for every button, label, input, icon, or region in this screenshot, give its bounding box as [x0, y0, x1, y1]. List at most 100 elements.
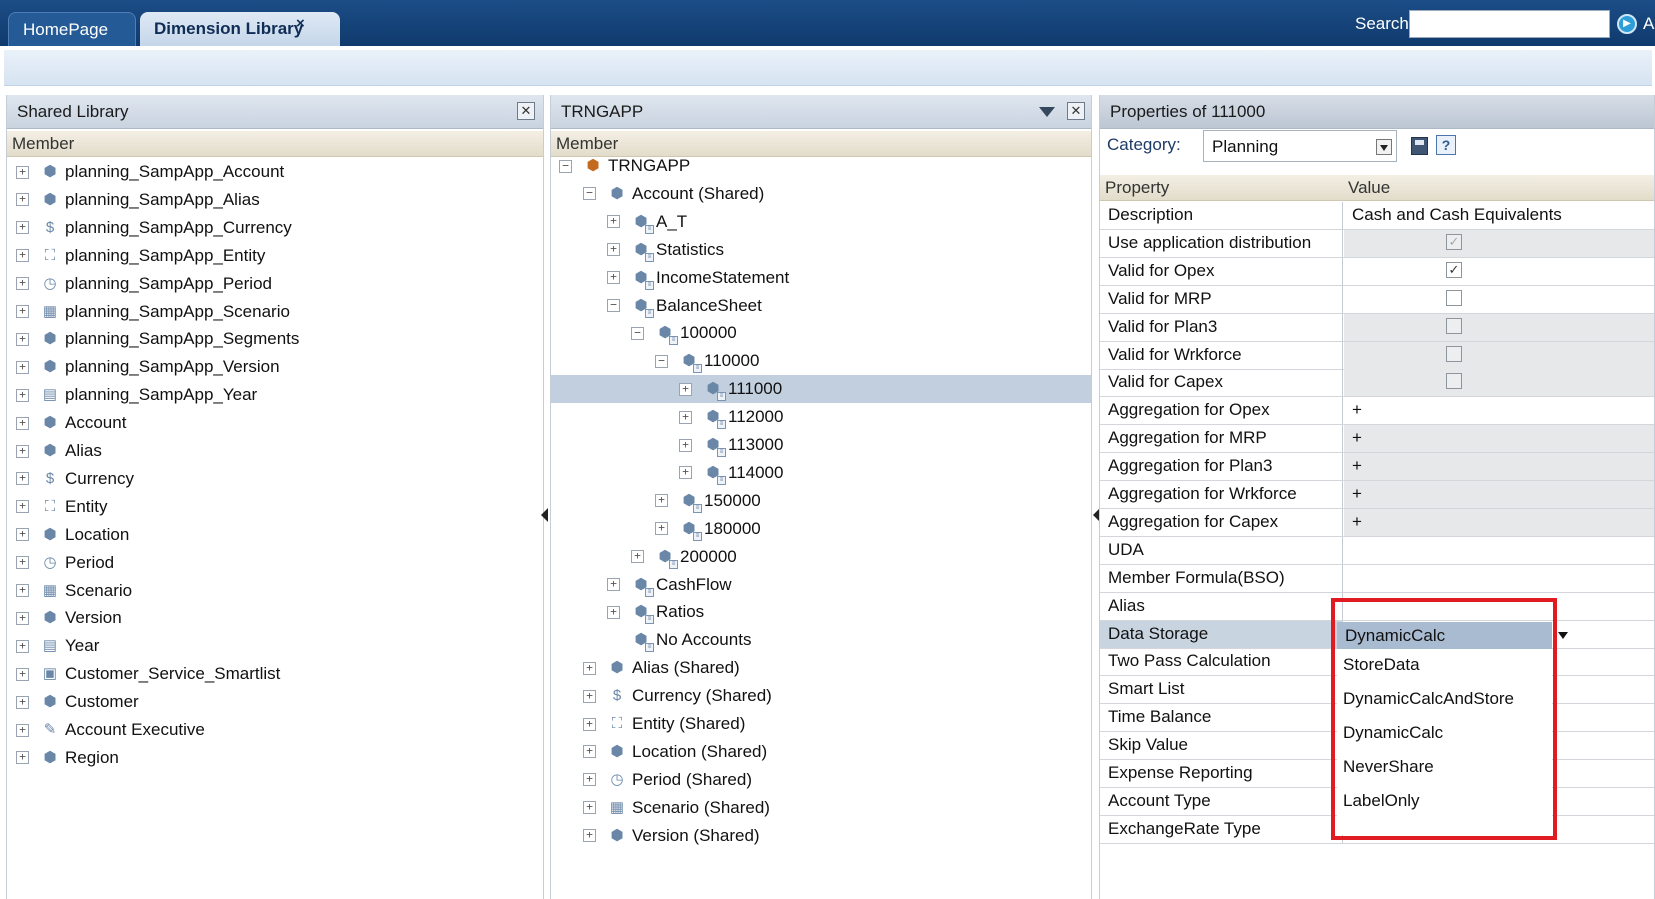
expand-icon[interactable]: +: [16, 751, 29, 765]
tree-item[interactable]: + ⬢ Alias (Shared): [583, 654, 740, 682]
expand-icon[interactable]: +: [607, 271, 620, 285]
property-value[interactable]: +: [1344, 425, 1654, 453]
search-input[interactable]: [1409, 10, 1610, 38]
expand-icon[interactable]: +: [16, 528, 29, 542]
expand-icon[interactable]: +: [16, 388, 29, 402]
tree-item[interactable]: + ⬢ planning_SampApp_Alias: [16, 186, 260, 214]
expand-icon[interactable]: +: [16, 639, 29, 653]
expand-icon[interactable]: +: [16, 584, 29, 597]
user-menu[interactable]: A: [1643, 14, 1654, 34]
property-value[interactable]: Cash and Cash Equivalents: [1344, 202, 1654, 229]
collapse-icon[interactable]: −: [631, 326, 644, 340]
expand-icon[interactable]: +: [583, 829, 596, 843]
tree-item[interactable]: + ⬢ ≡ 150000: [655, 487, 761, 515]
tree-item[interactable]: + ⬢ Customer: [16, 688, 139, 716]
tree-item[interactable]: + ⬢ ≡ Ratios: [607, 598, 704, 626]
property-row[interactable]: Aggregation for Capex +: [1100, 508, 1654, 537]
tree-item[interactable]: + ⬢ Region: [16, 744, 119, 772]
tree-item[interactable]: + ⬢ planning_SampApp_Version: [16, 353, 280, 381]
checkbox[interactable]: [1446, 289, 1462, 306]
tree-item[interactable]: − ⬢ ≡ 110000: [655, 347, 759, 375]
expand-icon[interactable]: +: [679, 438, 692, 452]
tree-item[interactable]: + ▦ Scenario (Shared): [583, 794, 770, 822]
expand-icon[interactable]: +: [583, 745, 596, 759]
expand-icon[interactable]: +: [607, 578, 620, 591]
property-row[interactable]: UDA: [1100, 536, 1654, 565]
tree-item[interactable]: + ▤ planning_SampApp_Year: [16, 381, 257, 409]
expand-icon[interactable]: +: [16, 360, 29, 374]
tree-item[interactable]: + ⛶ planning_SampApp_Entity: [16, 242, 265, 270]
expand-icon[interactable]: +: [16, 165, 29, 179]
panel-menu-dropdown-icon[interactable]: [1039, 107, 1055, 117]
tree-item[interactable]: + ▦ planning_SampApp_Scenario: [16, 298, 290, 326]
expand-icon[interactable]: +: [16, 249, 29, 263]
tree-item[interactable]: + ⬢ ≡ 112000: [679, 403, 783, 431]
tree-item[interactable]: + ⬢ Alias: [16, 437, 102, 465]
tree-item[interactable]: + ⬢ Location (Shared): [583, 738, 767, 766]
expand-icon[interactable]: +: [583, 661, 596, 675]
tree-item[interactable]: − ⬢ Account (Shared): [583, 180, 764, 208]
expand-icon[interactable]: +: [16, 667, 29, 681]
tree-item[interactable]: + ▣ Customer_Service_Smartlist: [16, 660, 280, 688]
tree-item[interactable]: + ⬢ ≡ CashFlow: [607, 571, 732, 599]
expand-icon[interactable]: +: [583, 689, 596, 703]
expand-icon[interactable]: +: [655, 522, 668, 536]
expand-icon[interactable]: +: [16, 500, 29, 514]
category-select[interactable]: Planning: [1203, 130, 1397, 162]
property-value[interactable]: [1344, 593, 1654, 620]
property-row[interactable]: Valid for MRP: [1100, 285, 1654, 314]
expand-icon[interactable]: +: [16, 221, 29, 235]
tree-item[interactable]: + ⬢ ≡ Statistics: [607, 236, 724, 264]
property-row[interactable]: Alias: [1100, 592, 1654, 621]
collapse-left-arrow-icon[interactable]: [541, 508, 548, 522]
property-value[interactable]: [1344, 565, 1654, 592]
expand-icon[interactable]: +: [16, 416, 29, 430]
tree-item[interactable]: + ◷ Period: [16, 549, 114, 577]
chevron-down-icon[interactable]: [1376, 139, 1392, 155]
property-row[interactable]: Aggregation for MRP +: [1100, 425, 1654, 454]
collapse-icon[interactable]: −: [559, 159, 572, 173]
tree-item[interactable]: + ◷ planning_SampApp_Period: [16, 270, 272, 298]
property-value[interactable]: [1344, 369, 1654, 397]
expand-icon[interactable]: +: [679, 410, 692, 424]
tree-item[interactable]: + $ Currency (Shared): [583, 682, 772, 710]
expand-icon[interactable]: +: [16, 611, 29, 625]
tree-item[interactable]: + ⬢ Account: [16, 409, 126, 437]
tree-item[interactable]: + ⬢ planning_SampApp_Account: [16, 158, 284, 186]
collapse-icon[interactable]: −: [655, 354, 668, 368]
tab-close-icon[interactable]: ×: [296, 15, 305, 32]
tree-item[interactable]: + $ planning_SampApp_Currency: [16, 214, 292, 242]
tree-item[interactable]: + ⬢ ≡ 200000: [631, 543, 737, 571]
help-icon[interactable]: ?: [1436, 135, 1456, 155]
property-value[interactable]: [1344, 229, 1654, 257]
data-storage-select[interactable]: DynamicCalc: [1337, 622, 1552, 649]
expand-icon[interactable]: +: [607, 605, 620, 619]
save-icon[interactable]: [1411, 137, 1428, 155]
expand-icon[interactable]: +: [16, 472, 29, 486]
property-row[interactable]: Valid for Plan3: [1100, 313, 1654, 342]
tree-item-selected[interactable]: + ⬢ ≡ 111000: [551, 375, 1091, 404]
expand-icon[interactable]: +: [655, 494, 668, 508]
close-panel-icon[interactable]: ✕: [517, 102, 535, 120]
data-storage-option[interactable]: DynamicCalc: [1343, 723, 1443, 743]
data-storage-option[interactable]: LabelOnly: [1343, 791, 1420, 811]
expand-icon[interactable]: +: [607, 243, 620, 257]
tree-item[interactable]: + ⬢ planning_SampApp_Segments: [16, 325, 299, 353]
property-value[interactable]: [1344, 341, 1654, 369]
chevron-down-icon[interactable]: [1558, 632, 1568, 639]
expand-icon[interactable]: +: [16, 444, 29, 458]
property-value[interactable]: [1344, 286, 1654, 313]
expand-icon[interactable]: +: [583, 773, 596, 787]
tree-item[interactable]: + ◷ Period (Shared): [583, 766, 752, 794]
tree-item[interactable]: + ▦ Scenario: [16, 577, 132, 605]
property-value[interactable]: +: [1344, 481, 1654, 508]
tree-item[interactable]: − ⬢ TRNGAPP: [559, 152, 690, 180]
tree-item[interactable]: − ⬢ ≡ BalanceSheet: [607, 292, 762, 320]
checkbox[interactable]: ✓: [1446, 261, 1462, 278]
expand-icon[interactable]: +: [16, 305, 29, 318]
tab-homepage[interactable]: HomePage: [8, 12, 136, 46]
property-value[interactable]: [1344, 537, 1654, 564]
expand-icon[interactable]: +: [16, 695, 29, 709]
expand-icon[interactable]: +: [16, 332, 29, 346]
property-row[interactable]: Use application distribution ✓: [1100, 229, 1654, 258]
